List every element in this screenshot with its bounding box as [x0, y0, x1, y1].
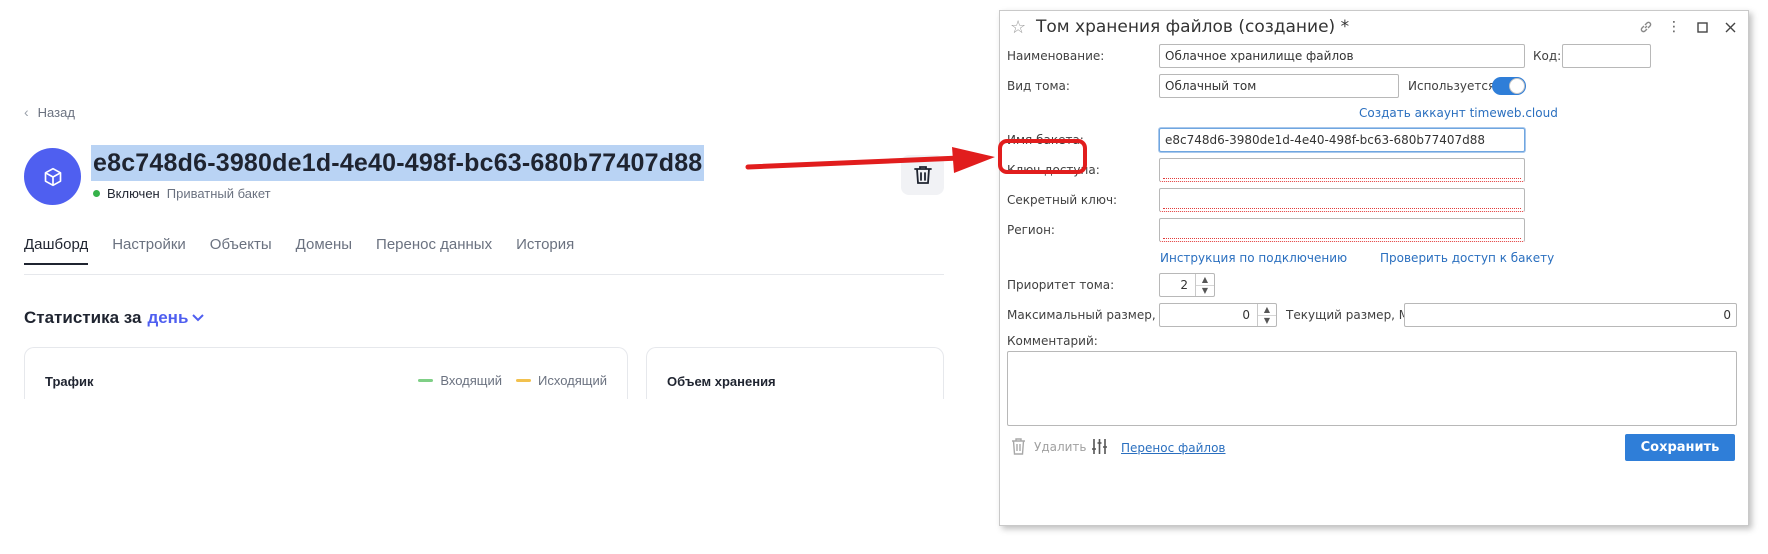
bucket-label-highlight	[998, 139, 1087, 174]
access-key-field[interactable]	[1159, 158, 1525, 182]
max-size-label: Максимальный размер, Мб:	[1007, 308, 1182, 322]
comment-field[interactable]	[1007, 351, 1737, 426]
bucket-name-title: e8c748d6-3980de1d-4e40-498f-bc63-680b774…	[91, 145, 705, 181]
red-arrow-annotation	[745, 147, 995, 173]
storage-card-title: Объем хранения	[667, 374, 776, 389]
priority-spin[interactable]: ▲ ▼	[1195, 274, 1214, 296]
name-field[interactable]: Облачное хранилище файлов	[1159, 44, 1525, 68]
delete-button[interactable]: Удалить	[1011, 438, 1087, 455]
delete-label: Удалить	[1034, 439, 1087, 454]
legend-item-outgoing: Исходящий	[516, 373, 607, 388]
dialog-title: Том хранения файлов (создание) *	[1036, 17, 1350, 37]
stats-title: Статистика за	[24, 308, 142, 327]
tab-data-transfer[interactable]: Перенос данных	[376, 236, 492, 265]
traffic-card-title: Трафик	[45, 374, 94, 389]
bucket-tabs: Дашборд Настройки Объекты Домены Перенос…	[24, 236, 574, 265]
code-field[interactable]	[1562, 44, 1651, 68]
link-icon[interactable]	[1638, 19, 1654, 35]
used-label: Используется:	[1408, 79, 1500, 93]
secret-key-field[interactable]	[1159, 188, 1525, 212]
storage-card: Объем хранения	[646, 347, 944, 399]
stats-period-label: день	[147, 308, 189, 327]
create-account-link[interactable]: Создать аккаунт timeweb.cloud	[1359, 106, 1558, 120]
legend-label-incoming: Входящий	[440, 373, 502, 388]
settings-sliders-button[interactable]	[1091, 438, 1108, 458]
current-size-label: Текущий размер, Мб:	[1286, 308, 1421, 322]
priority-stepper[interactable]: 2 ▲ ▼	[1159, 273, 1215, 297]
cube-icon	[44, 167, 61, 186]
chevron-left-icon: ‹	[24, 104, 29, 120]
tab-history[interactable]: История	[516, 236, 574, 265]
tab-objects[interactable]: Объекты	[210, 236, 272, 265]
bucket-status-row: Включен Приватный бакет	[93, 186, 271, 201]
stats-heading: Статистика за день	[24, 308, 205, 328]
save-button[interactable]: Сохранить	[1625, 434, 1735, 461]
bucket-page: ‹ Назад e8c748d6-3980de1d-4e40-498f-bc63…	[0, 0, 960, 554]
close-icon[interactable]	[1722, 19, 1738, 35]
tab-settings[interactable]: Настройки	[112, 236, 186, 265]
traffic-legend: Входящий Исходящий	[418, 373, 607, 388]
tabs-divider	[24, 274, 944, 275]
stats-period-dropdown[interactable]: день	[147, 308, 205, 328]
instruction-link[interactable]: Инструкция по подключению	[1160, 251, 1347, 265]
region-field[interactable]	[1159, 218, 1525, 242]
region-label: Регион:	[1007, 223, 1055, 237]
bucket-type: Приватный бакет	[166, 186, 271, 201]
legend-swatch-outgoing	[516, 379, 531, 382]
legend-swatch-incoming	[418, 379, 434, 382]
star-icon[interactable]: ☆	[1010, 17, 1026, 38]
comment-label: Комментарий:	[1007, 334, 1098, 348]
priority-value: 2	[1180, 278, 1188, 292]
status-dot	[93, 190, 100, 197]
bucket-name-field[interactable]: e8c748d6-3980de1d-4e40-498f-bc63-680b774…	[1159, 128, 1525, 152]
sliders-icon	[1092, 439, 1107, 454]
tab-domains[interactable]: Домены	[296, 236, 352, 265]
secret-key-label: Секретный ключ:	[1007, 193, 1118, 207]
max-size-value: 0	[1242, 308, 1250, 322]
legend-label-outgoing: Исходящий	[538, 373, 607, 388]
more-icon[interactable]: ⋮	[1666, 19, 1682, 35]
tab-dashboard[interactable]: Дашборд	[24, 236, 89, 265]
trash-icon	[1012, 438, 1025, 455]
back-label: Назад	[37, 104, 75, 120]
code-label: Код:	[1533, 49, 1562, 63]
volume-type-label: Вид тома:	[1007, 79, 1070, 93]
priority-label: Приоритет тома:	[1007, 278, 1115, 292]
maximize-icon[interactable]	[1694, 19, 1710, 35]
volume-type-field[interactable]: Облачный том	[1159, 74, 1399, 98]
transfer-files-link[interactable]: Перенос файлов	[1121, 441, 1226, 455]
current-size-field[interactable]: 0	[1404, 303, 1737, 327]
max-size-stepper[interactable]: 0 ▲ ▼	[1159, 303, 1277, 327]
status-badge: Включен	[107, 186, 160, 201]
chevron-down-icon	[192, 314, 205, 322]
file-volume-dialog: ☆ Том хранения файлов (создание) * ⋮ Наи…	[999, 10, 1749, 526]
back-link[interactable]: ‹ Назад	[24, 104, 75, 120]
max-size-spin[interactable]: ▲ ▼	[1257, 304, 1276, 326]
name-label: Наименование:	[1007, 49, 1105, 63]
check-access-link[interactable]: Проверить доступ к бакету	[1380, 251, 1554, 265]
bucket-avatar	[24, 148, 81, 205]
traffic-card: Трафик Входящий Исходящий	[24, 347, 628, 399]
used-toggle[interactable]	[1492, 77, 1526, 95]
legend-item-incoming: Входящий	[418, 373, 502, 388]
